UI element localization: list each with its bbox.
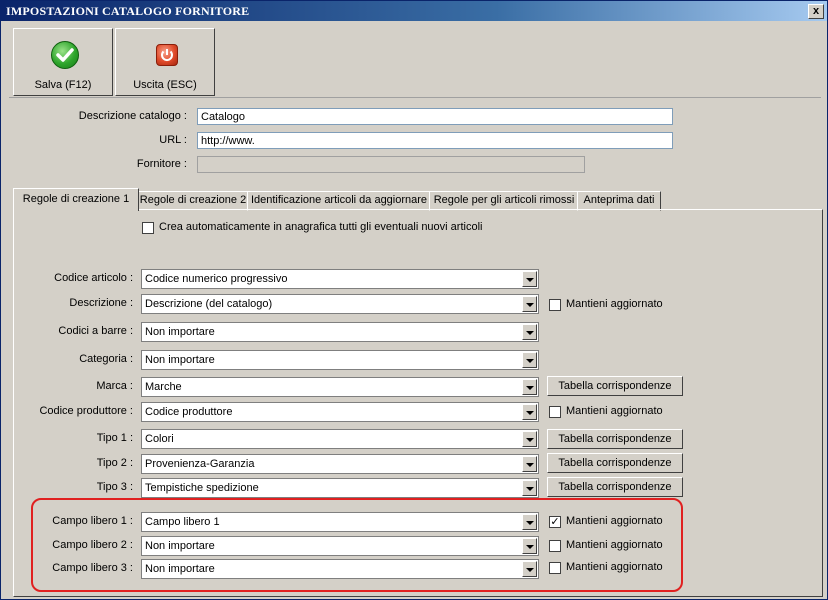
descrizione-label: Descrizione catalogo : — [78, 110, 187, 122]
marca-select[interactable]: Marche — [141, 377, 539, 397]
campo-libero-2-select[interactable]: Non importare — [141, 536, 539, 556]
campo-libero-2-keep-checkbox[interactable] — [549, 540, 561, 552]
tipo-1-select[interactable]: Colori — [141, 429, 539, 449]
fornitore-label: Fornitore : — [136, 158, 187, 170]
select-value: Non importare — [145, 326, 215, 338]
row-label: Marca : — [96, 380, 133, 392]
codice-produttore-select[interactable]: Codice produttore — [141, 402, 539, 422]
power-icon — [156, 44, 178, 66]
chevron-down-icon[interactable] — [522, 456, 537, 472]
select-value: Descrizione (del catalogo) — [145, 298, 273, 310]
auto-create-checkbox[interactable] — [142, 222, 154, 234]
select-value: Codice produttore — [145, 406, 233, 418]
select-value: Codice numerico progressivo — [145, 273, 288, 285]
chevron-down-icon[interactable] — [522, 271, 537, 287]
select-value: Tempistiche spedizione — [145, 482, 259, 494]
codice-articolo-select[interactable]: Codice numerico progressivo — [141, 269, 539, 289]
chevron-down-icon[interactable] — [522, 514, 537, 530]
keep-updated-label: Mantieni aggiornato — [566, 561, 663, 573]
auto-create-label: Crea automaticamente in anagrafica tutti… — [159, 221, 483, 233]
close-button[interactable]: x — [808, 4, 824, 19]
chevron-down-icon[interactable] — [522, 379, 537, 395]
fornitore-input — [197, 156, 585, 173]
chevron-down-icon[interactable] — [522, 324, 537, 340]
row-label: Campo libero 3 : — [52, 562, 133, 574]
select-value: Provenienza-Garanzia — [145, 458, 255, 470]
exit-button[interactable]: Uscita (ESC) — [115, 28, 215, 96]
select-value: Non importare — [145, 354, 215, 366]
keep-updated-label: Mantieni aggiornato — [566, 539, 663, 551]
campo-libero-3-select[interactable]: Non importare — [141, 559, 539, 579]
row-label: Campo libero 2 : — [52, 539, 133, 551]
chevron-down-icon[interactable] — [522, 352, 537, 368]
codice-produttore-keep-checkbox[interactable] — [549, 406, 561, 418]
chevron-down-icon[interactable] — [522, 431, 537, 447]
tipo-1-mapping-button[interactable]: Tabella corrispondenze — [547, 429, 683, 449]
campo-libero-1-keep-checkbox[interactable]: ✓ — [549, 516, 561, 528]
chevron-down-icon[interactable] — [522, 538, 537, 554]
codici-barre-select[interactable]: Non importare — [141, 322, 539, 342]
descrizione-keep-checkbox[interactable] — [549, 299, 561, 311]
save-button-label: Salva (F12) — [34, 79, 92, 91]
tab-regole-creazione-1[interactable]: Regole di creazione 1 — [13, 188, 139, 211]
descrizione-select[interactable]: Descrizione (del catalogo) — [141, 294, 539, 314]
tab-identificazione-articoli[interactable]: Identificazione articoli da aggiornare — [247, 191, 431, 211]
row-label: Categoria : — [79, 353, 133, 365]
select-value: Colori — [145, 433, 174, 445]
url-label: URL : — [159, 134, 187, 146]
toolbar: Salva (F12) Uscita (ESC) — [9, 25, 821, 98]
select-value: Marche — [145, 381, 182, 393]
keep-updated-label: Mantieni aggiornato — [566, 298, 663, 310]
campo-libero-1-select[interactable]: Campo libero 1 — [141, 512, 539, 532]
chevron-down-icon[interactable] — [522, 296, 537, 312]
tipo-2-mapping-button[interactable]: Tabella corrispondenze — [547, 453, 683, 473]
select-value: Non importare — [145, 540, 215, 552]
exit-button-label: Uscita (ESC) — [133, 79, 197, 91]
window-title: IMPOSTAZIONI CATALOGO FORNITORE — [6, 4, 250, 18]
row-label: Codice articolo : — [54, 272, 133, 284]
tab-articoli-rimossi[interactable]: Regole per gli articoli rimossi — [429, 191, 579, 211]
row-label: Tipo 3 : — [96, 481, 133, 493]
row-label: Codici a barre : — [58, 325, 133, 337]
tipo-3-select[interactable]: Tempistiche spedizione — [141, 478, 539, 498]
tab-anteprima-dati[interactable]: Anteprima dati — [577, 191, 661, 211]
descrizione-input[interactable]: Catalogo — [197, 108, 673, 125]
check-icon — [51, 41, 79, 69]
settings-window: IMPOSTAZIONI CATALOGO FORNITORE x Salva … — [0, 0, 828, 600]
marca-mapping-button[interactable]: Tabella corrispondenze — [547, 376, 683, 396]
title-bar: IMPOSTAZIONI CATALOGO FORNITORE x — [1, 1, 827, 21]
row-label: Descrizione : — [69, 297, 133, 309]
chevron-down-icon[interactable] — [522, 480, 537, 496]
tab-regole-creazione-2[interactable]: Regole di creazione 2 — [137, 191, 249, 211]
row-label: Codice produttore : — [39, 405, 133, 417]
keep-updated-label: Mantieni aggiornato — [566, 515, 663, 527]
row-label: Tipo 2 : — [96, 457, 133, 469]
tipo-2-select[interactable]: Provenienza-Garanzia — [141, 454, 539, 474]
url-input[interactable]: http://www. — [197, 132, 673, 149]
chevron-down-icon[interactable] — [522, 561, 537, 577]
select-value: Campo libero 1 — [145, 516, 220, 528]
select-value: Non importare — [145, 563, 215, 575]
row-label: Tipo 1 : — [96, 432, 133, 444]
save-button[interactable]: Salva (F12) — [13, 28, 113, 96]
tipo-3-mapping-button[interactable]: Tabella corrispondenze — [547, 477, 683, 497]
chevron-down-icon[interactable] — [522, 404, 537, 420]
row-label: Campo libero 1 : — [52, 515, 133, 527]
categoria-select[interactable]: Non importare — [141, 350, 539, 370]
campo-libero-3-keep-checkbox[interactable] — [549, 562, 561, 574]
keep-updated-label: Mantieni aggiornato — [566, 405, 663, 417]
